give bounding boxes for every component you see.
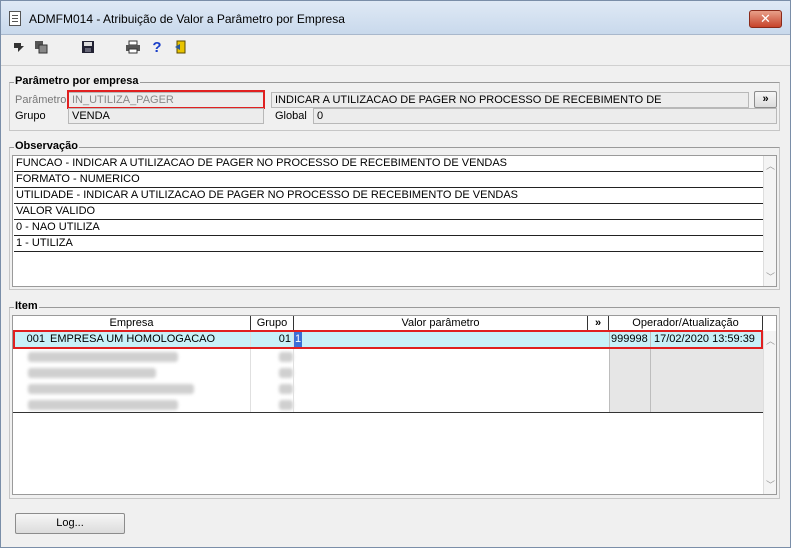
window-title: ADMFM014 - Atribuição de Valor a Parâmet…: [29, 12, 345, 26]
parametro-highlight: [67, 90, 265, 109]
exit-icon[interactable]: [173, 40, 189, 56]
observacao-text-area[interactable]: FUNCAO - INDICAR A UTILIZACAO DE PAGER N…: [12, 155, 777, 287]
header-valor[interactable]: Valor parâmetro: [294, 316, 588, 331]
item-scrollbar[interactable]: ︿ ﹀: [763, 331, 776, 494]
close-button[interactable]: ✕: [749, 10, 782, 28]
redacted-text: [28, 352, 178, 362]
grupo-field: VENDA: [68, 108, 264, 124]
observacao-scrollbar[interactable]: ︿ ﹀: [763, 156, 776, 286]
grid-bottom-line: [13, 412, 763, 413]
parametro-descricao: INDICAR A UTILIZACAO DE PAGER NO PROCESS…: [271, 92, 749, 108]
redacted-cell: [610, 381, 764, 397]
redacted-text: [279, 368, 293, 378]
first-icon[interactable]: [11, 40, 27, 56]
print-icon[interactable]: [125, 40, 141, 56]
header-grupo[interactable]: Grupo: [251, 316, 294, 331]
redacted-text: [279, 352, 293, 362]
redacted-text: [28, 368, 156, 378]
log-button[interactable]: Log...: [15, 513, 125, 534]
help-icon[interactable]: ?: [149, 40, 165, 56]
save-icon[interactable]: [80, 40, 96, 56]
header-operador[interactable]: Operador/Atualização: [609, 316, 763, 331]
grupo-label: Grupo: [15, 110, 46, 122]
selected-row-highlight: [13, 330, 763, 349]
observacao-legend: Observação: [14, 140, 79, 152]
chevron-down-icon[interactable]: ﹀: [764, 270, 777, 283]
redacted-cell: [610, 349, 764, 365]
main-window: ADMFM014 - Atribuição de Valor a Parâmet…: [0, 0, 791, 548]
observacao-line: UTILIDADE - INDICAR A UTILIZACAO DE PAGE…: [14, 188, 764, 204]
expand-valor-button[interactable]: »: [588, 316, 609, 331]
title-bar: ADMFM014 - Atribuição de Valor a Parâmet…: [1, 1, 790, 35]
redacted-cell: [610, 397, 764, 413]
redacted-text: [279, 400, 293, 410]
chevron-down-icon[interactable]: ﹀: [764, 478, 777, 491]
global-label: Global: [275, 110, 307, 122]
toolbar-divider: [1, 65, 790, 66]
chevron-up-icon[interactable]: ︿: [764, 159, 777, 172]
chevron-up-icon[interactable]: ︿: [764, 334, 777, 347]
parametro-label: Parâmetro: [15, 94, 67, 106]
parameter-legend: Parâmetro por empresa: [14, 75, 140, 87]
observacao-line: FUNCAO - INDICAR A UTILIZACAO DE PAGER N…: [14, 156, 764, 172]
redacted-text: [28, 384, 194, 394]
global-field: 0: [313, 108, 777, 124]
observacao-line: 0 - NAO UTILIZA: [14, 220, 764, 236]
redacted-text: [28, 400, 178, 410]
observacao-line: FORMATO - NUMERICO: [14, 172, 764, 188]
redacted-text: [279, 384, 293, 394]
document-icon: [9, 11, 21, 26]
copy-icon[interactable]: [33, 40, 49, 56]
expand-description-button[interactable]: »: [754, 91, 777, 108]
toolbar: ?: [1, 35, 790, 63]
observacao-line: 1 - UTILIZA: [14, 236, 764, 252]
observacao-line: VALOR VALIDO: [14, 204, 764, 220]
header-empresa[interactable]: Empresa: [13, 316, 251, 331]
redacted-cell: [610, 365, 764, 381]
item-legend: Item: [14, 300, 39, 312]
